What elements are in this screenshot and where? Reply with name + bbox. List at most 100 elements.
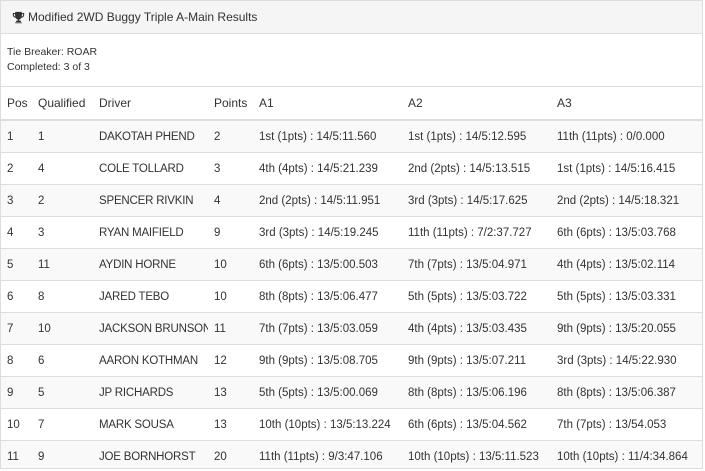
col-header-a2[interactable]: A2 xyxy=(402,87,551,121)
cell-a1: 10th (10pts) : 13/5:13.224 xyxy=(253,408,402,441)
race-meta: Tie Breaker: ROAR Completed: 3 of 3 xyxy=(1,34,702,87)
tie-breaker-text: Tie Breaker: ROAR xyxy=(7,46,98,58)
cell-a2: 3rd (3pts) : 14/5:17.625 xyxy=(402,184,551,217)
cell-qualified: 10 xyxy=(32,312,93,345)
cell-driver[interactable]: JP RICHARDS xyxy=(93,376,208,409)
table-row: 9 5 JP RICHARDS 13 5th (5pts) : 13/5:00.069 8… xyxy=(1,376,702,409)
table-row: 11 9 JOE BORNHORST 20 11th (11pts) : 9/3:47.… xyxy=(1,440,702,468)
cell-a1: 1st (1pts) : 14/5:11.560 xyxy=(253,119,402,153)
cell-points: 20 xyxy=(208,440,253,468)
col-header-pos[interactable]: Pos xyxy=(1,87,32,121)
cell-driver[interactable]: DAKOTAH PHEND xyxy=(93,119,208,153)
completed-text: Completed: 3 of 3 xyxy=(7,61,90,73)
cell-a3: 3rd (3pts) : 14/5:22.930 xyxy=(551,344,702,377)
cell-qualified: 2 xyxy=(32,184,93,217)
cell-pos: 7 xyxy=(1,312,32,345)
cell-pos: 2 xyxy=(1,152,32,185)
table-row: 7 10 JACKSON BRUNSON 11 7th (7pts) : 13/5:03… xyxy=(1,312,702,345)
trophy-icon xyxy=(12,11,25,24)
cell-points: 4 xyxy=(208,184,253,217)
cell-pos: 8 xyxy=(1,344,32,377)
cell-driver[interactable]: AARON KOTHMAN xyxy=(93,344,208,377)
cell-a1: 5th (5pts) : 13/5:00.069 xyxy=(253,376,402,409)
cell-a2: 8th (8pts) : 13/5:06.196 xyxy=(402,376,551,409)
col-header-a3[interactable]: A3 xyxy=(551,87,702,121)
cell-a3: 4th (4pts) : 13/5:02.114 xyxy=(551,248,702,281)
table-row: 1 1 DAKOTAH PHEND 2 1st (1pts) : 14/5:11.560… xyxy=(1,119,702,153)
results-table: Pos Qualified Driver Points A1 A2 A3 11D… xyxy=(1,87,702,468)
cell-qualified: 7 xyxy=(32,408,93,441)
cell-driver[interactable]: SPENCER RIVKIN xyxy=(93,184,208,217)
results-panel: Modified 2WD Buggy Triple A-Main Results… xyxy=(0,0,703,469)
cell-driver[interactable]: JOE BORNHORST xyxy=(93,440,208,468)
cell-qualified: 3 xyxy=(32,216,93,249)
panel-heading: Modified 2WD Buggy Triple A-Main Results xyxy=(1,1,702,34)
cell-a3: 2nd (2pts) : 14/5:18.321 xyxy=(551,184,702,217)
cell-pos: 1 xyxy=(1,119,32,153)
cell-a2: 4th (4pts) : 13/5:03.435 xyxy=(402,312,551,345)
col-header-a1[interactable]: A1 xyxy=(253,87,402,121)
cell-a1: 7th (7pts) : 13/5:03.059 xyxy=(253,312,402,345)
cell-points: 12 xyxy=(208,344,253,377)
cell-points: 11 xyxy=(208,312,253,345)
cell-a1: 6th (6pts) : 13/5:00.503 xyxy=(253,248,402,281)
cell-a3: 7th (7pts) : 13/54.053 xyxy=(551,408,702,441)
cell-qualified: 6 xyxy=(32,344,93,377)
cell-a3: 10th (10pts) : 11/4:34.864 xyxy=(551,440,702,468)
cell-a3: 11th (11pts) : 0/0.000 xyxy=(551,119,702,153)
cell-a1: 9th (9pts) : 13/5:08.705 xyxy=(253,344,402,377)
cell-qualified: 9 xyxy=(32,440,93,468)
cell-a1: 8th (8pts) : 13/5:06.477 xyxy=(253,280,402,313)
cell-points: 3 xyxy=(208,152,253,185)
cell-pos: 10 xyxy=(1,408,32,441)
cell-a1: 4th (4pts) : 14/5:21.239 xyxy=(253,152,402,185)
cell-points: 10 xyxy=(208,248,253,281)
cell-qualified: 8 xyxy=(32,280,93,313)
cell-points: 10 xyxy=(208,280,253,313)
panel-title: Modified 2WD Buggy Triple A-Main Results xyxy=(28,10,258,24)
cell-pos: 5 xyxy=(1,248,32,281)
cell-a2: 2nd (2pts) : 14/5:13.515 xyxy=(402,152,551,185)
table-row: 2 4 COLE TOLLARD 3 4th (4pts) : 14/5:21.239 2… xyxy=(1,152,702,185)
table-row: 10 7 MARK SOUSA 13 10th (10pts) : 13/5:13.22… xyxy=(1,408,702,441)
table-row: 3 2 SPENCER RIVKIN 4 2nd (2pts) : 14/5:11.95… xyxy=(1,184,702,217)
cell-a3: 9th (9pts) : 13/5:20.055 xyxy=(551,312,702,345)
cell-points: 2 xyxy=(208,119,253,153)
cell-a1: 3rd (3pts) : 14/5:19.245 xyxy=(253,216,402,249)
cell-a3: 1st (1pts) : 14/5:16.415 xyxy=(551,152,702,185)
cell-a2: 7th (7pts) : 13/5:04.971 xyxy=(402,248,551,281)
cell-driver[interactable]: AYDIN HORNE xyxy=(93,248,208,281)
cell-points: 13 xyxy=(208,376,253,409)
cell-qualified: 11 xyxy=(32,248,93,281)
cell-a2: 10th (10pts) : 13/5:11.523 xyxy=(402,440,551,468)
table-row: 6 8 JARED TEBO 10 8th (8pts) : 13/5:06.477 5t… xyxy=(1,280,702,313)
cell-a3: 5th (5pts) : 13/5:03.331 xyxy=(551,280,702,313)
cell-pos: 3 xyxy=(1,184,32,217)
cell-a1: 11th (11pts) : 9/3:47.106 xyxy=(253,440,402,468)
cell-a1: 2nd (2pts) : 14/5:11.951 xyxy=(253,184,402,217)
cell-driver[interactable]: COLE TOLLARD xyxy=(93,152,208,185)
cell-a3: 8th (8pts) : 13/5:06.387 xyxy=(551,376,702,409)
cell-a2: 9th (9pts) : 13/5:07.211 xyxy=(402,344,551,377)
cell-qualified: 4 xyxy=(32,152,93,185)
cell-driver[interactable]: JARED TEBO xyxy=(93,280,208,313)
col-header-driver[interactable]: Driver xyxy=(93,87,208,121)
cell-a2: 1st (1pts) : 14/5:12.595 xyxy=(402,119,551,153)
table-row: 4 3 RYAN MAIFIELD 9 3rd (3pts) : 14/5:19.245… xyxy=(1,216,702,249)
cell-a2: 6th (6pts) : 13/5:04.562 xyxy=(402,408,551,441)
cell-qualified: 5 xyxy=(32,376,93,409)
cell-pos: 4 xyxy=(1,216,32,249)
cell-driver[interactable]: JACKSON BRUNSON xyxy=(93,312,208,345)
cell-pos: 6 xyxy=(1,280,32,313)
cell-pos: 11 xyxy=(1,440,32,468)
cell-driver[interactable]: RYAN MAIFIELD xyxy=(93,216,208,249)
cell-points: 9 xyxy=(208,216,253,249)
col-header-qualified[interactable]: Qualified xyxy=(32,87,93,121)
cell-a3: 6th (6pts) : 13/5:03.768 xyxy=(551,216,702,249)
col-header-points[interactable]: Points xyxy=(208,87,253,121)
cell-qualified: 1 xyxy=(32,119,93,153)
cell-pos: 9 xyxy=(1,376,32,409)
table-row: 5 11 AYDIN HORNE 10 6th (6pts) : 13/5:00.503… xyxy=(1,248,702,281)
table-row: 8 6 AARON KOTHMAN 12 9th (9pts) : 13/5:08.70… xyxy=(1,344,702,377)
cell-driver[interactable]: MARK SOUSA xyxy=(93,408,208,441)
